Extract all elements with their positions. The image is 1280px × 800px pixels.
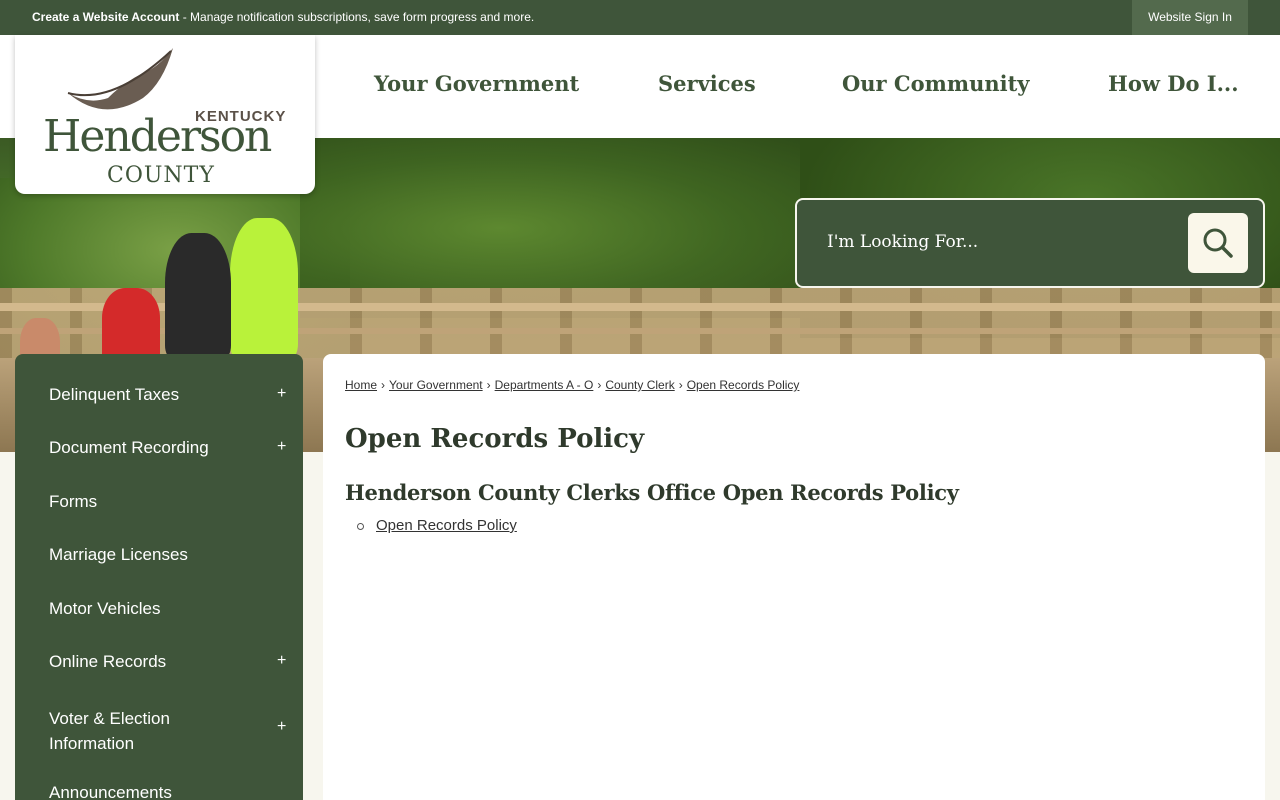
document-list: Open Records Policy [357, 517, 517, 534]
breadcrumb-departments[interactable]: Departments A - O [495, 378, 594, 392]
breadcrumb-your-government[interactable]: Your Government [389, 378, 483, 392]
sidebar-item-document-recording[interactable]: Document Recording [49, 438, 279, 458]
nav-how-do-i[interactable]: How Do I... [1108, 71, 1239, 96]
breadcrumb-home[interactable]: Home [345, 378, 377, 392]
sidebar-item-voter-election-information[interactable]: Voter & Election Information [49, 706, 219, 756]
page-title: Open Records Policy [345, 424, 645, 454]
hero-person-child [102, 288, 160, 363]
breadcrumb-open-records-policy[interactable]: Open Records Policy [687, 378, 800, 392]
account-message[interactable]: Create a Website Account - Manage notifi… [32, 10, 534, 24]
create-account-link[interactable]: Create a Website Account [32, 10, 179, 24]
nav-services[interactable]: Services [658, 71, 756, 96]
sidebar-item-announcements[interactable]: Announcements [49, 783, 279, 800]
expand-delinquent-taxes-button[interactable]: + [277, 385, 286, 403]
sidebar-navigation: Delinquent Taxes + Document Recording + … [15, 354, 303, 800]
sidebar-item-motor-vehicles[interactable]: Motor Vehicles [49, 599, 279, 619]
breadcrumb-separator: › [678, 378, 683, 392]
nav-our-community[interactable]: Our Community [842, 71, 1030, 96]
expand-document-recording-button[interactable]: + [277, 438, 286, 456]
expand-online-records-button[interactable]: + [277, 652, 286, 670]
section-heading: Henderson County Clerks Office Open Reco… [345, 480, 959, 505]
list-item: Open Records Policy [357, 517, 517, 534]
site-search: I'm Looking For... [795, 198, 1265, 288]
bullet-icon [357, 522, 364, 530]
hero-person-woman [165, 233, 231, 358]
top-utility-bar: Create a Website Account - Manage notifi… [0, 0, 1280, 35]
search-icon [1203, 228, 1233, 258]
breadcrumb: Home › Your Government › Departments A - O › C… [345, 378, 799, 392]
nav-your-government[interactable]: Your Government [374, 71, 579, 96]
site-logo[interactable]: KENTUCKY Henderson COUNTY [15, 35, 315, 194]
logo-county: COUNTY [107, 163, 215, 188]
search-input[interactable]: I'm Looking For... [827, 232, 978, 252]
sidebar-item-delinquent-taxes[interactable]: Delinquent Taxes [49, 385, 279, 405]
main-navigation: Your Government Services Our Community H… [330, 35, 1280, 138]
website-sign-in-button[interactable]: Website Sign In [1132, 0, 1248, 35]
sidebar-item-marriage-licenses[interactable]: Marriage Licenses [49, 545, 279, 565]
search-button[interactable] [1188, 213, 1248, 273]
logo-name: Henderson [43, 111, 272, 162]
sidebar-item-online-records[interactable]: Online Records [49, 652, 279, 672]
breadcrumb-separator: › [381, 378, 386, 392]
breadcrumb-separator: › [597, 378, 602, 392]
expand-voter-election-button[interactable]: + [277, 718, 286, 736]
create-account-description: - Manage notification subscriptions, sav… [179, 10, 535, 24]
sidebar-item-forms[interactable]: Forms [49, 492, 279, 512]
hero-person-runner [230, 218, 298, 358]
breadcrumb-county-clerk[interactable]: County Clerk [605, 378, 674, 392]
main-content: Home › Your Government › Departments A - O › C… [323, 354, 1265, 800]
breadcrumb-separator: › [486, 378, 491, 392]
open-records-policy-link[interactable]: Open Records Policy [376, 517, 517, 534]
